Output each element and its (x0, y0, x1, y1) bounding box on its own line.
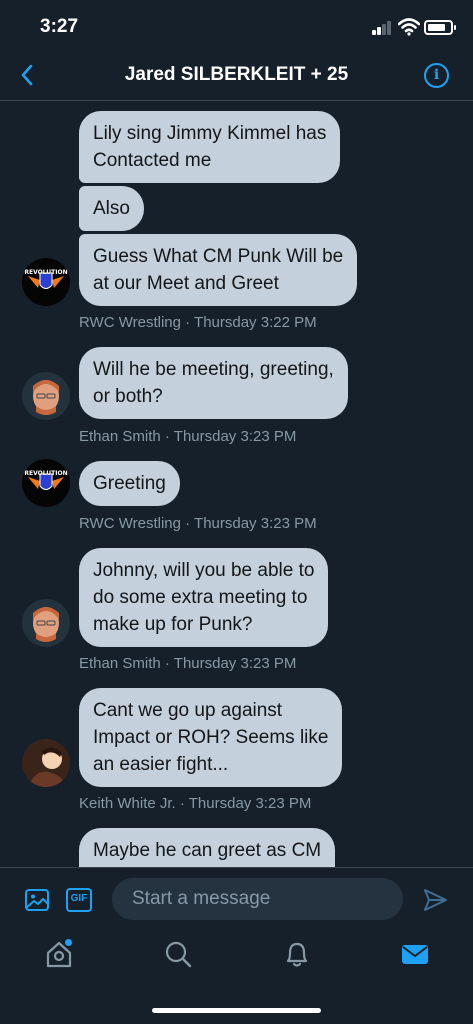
message-meta: Ethan Smith · Thursday 3:23 PM (79, 428, 296, 445)
avatar-ethan-smith[interactable] (22, 599, 70, 647)
conversation-header: Jared SILBERKLEIT + 25 i (0, 50, 473, 101)
mail-icon[interactable] (400, 939, 430, 969)
message-bubble[interactable]: Will he be meeting, greeting, or both? (79, 347, 348, 419)
sender-name: Ethan Smith (79, 655, 161, 672)
info-icon: i (433, 67, 440, 83)
message-time: · Thursday 3:23 PM (179, 795, 312, 812)
message-bubble[interactable]: Greeting (79, 461, 180, 506)
message-composer: GIF Start a message (0, 867, 473, 929)
sender-name: Keith White Jr. (79, 795, 176, 812)
message-bubble[interactable]: Cant we go up against Impact or ROH? See… (79, 688, 343, 787)
message-text: Johnny, will you be able to do some extr… (93, 560, 315, 635)
message-text: Guess What CM Punk Will be at our Meet a… (93, 246, 344, 294)
message-time: · Thursday 3:23 PM (185, 515, 317, 532)
message-meta: Ethan Smith · Thursday 3:23 PM (79, 655, 296, 672)
message-time: · Thursday 3:23 PM (164, 428, 297, 445)
status-time: 3:27 (40, 16, 79, 37)
message-bubble[interactable]: Johnny, will you be able to do some extr… (79, 548, 329, 647)
message-text: Maybe he can greet as CM (93, 840, 322, 861)
avatar-ethan-smith[interactable] (22, 372, 70, 420)
battery-icon (424, 20, 456, 35)
image-icon[interactable] (24, 888, 50, 912)
message-text: Will he be meeting, greeting, or both? (93, 359, 334, 407)
home-indicator (152, 1008, 321, 1013)
message-input[interactable]: Start a message (112, 878, 403, 920)
avatar-keith-white[interactable] (22, 739, 70, 787)
message-text: Cant we go up against Impact or ROH? See… (93, 700, 329, 775)
gif-button[interactable]: GIF (66, 888, 92, 912)
sender-name: Ethan Smith (79, 428, 161, 445)
message-list[interactable]: Lily sing Jimmy Kimmel has Contacted me … (0, 102, 473, 867)
logo-text: REVOLUTION (24, 269, 67, 276)
message-text: Greeting (93, 473, 166, 494)
message-meta: Keith White Jr. · Thursday 3:23 PM (79, 795, 311, 812)
message-text: Lily sing Jimmy Kimmel has Contacted me (93, 123, 327, 171)
message-bubble[interactable]: Guess What CM Punk Will be at our Meet a… (79, 234, 358, 306)
notification-dot (65, 939, 72, 946)
conversation-title: Jared SILBERKLEIT + 25 (124, 64, 349, 85)
search-icon[interactable] (163, 939, 193, 969)
message-bubble[interactable]: Maybe he can greet as CM (79, 828, 336, 867)
message-bubble[interactable]: Lily sing Jimmy Kimmel has Contacted me (79, 111, 341, 183)
message-meta: RWC Wrestling · Thursday 3:22 PM (79, 314, 317, 331)
revolution-logo: REVOLUTION (24, 269, 68, 289)
message-time: · Thursday 3:22 PM (185, 314, 317, 331)
message-input-placeholder: Start a message (132, 888, 271, 909)
revolution-logo: REVOLUTION (24, 470, 68, 490)
info-button[interactable]: i (424, 63, 449, 88)
sender-name: RWC Wrestling (79, 515, 181, 532)
cellular-signal-icon (372, 21, 392, 35)
send-icon[interactable] (422, 887, 448, 913)
logo-text: REVOLUTION (24, 470, 67, 477)
avatar-rwc-wrestling[interactable]: REVOLUTION (22, 459, 70, 507)
message-meta: RWC Wrestling · Thursday 3:23 PM (79, 515, 317, 532)
message-bubble[interactable]: Also (79, 186, 144, 231)
wifi-icon (398, 18, 420, 36)
message-time: · Thursday 3:23 PM (164, 655, 297, 672)
status-bar: 3:27 (0, 0, 473, 50)
avatar-rwc-wrestling[interactable]: REVOLUTION (22, 258, 70, 306)
message-text: Also (93, 198, 130, 219)
sender-name: RWC Wrestling (79, 314, 181, 331)
bell-icon[interactable] (282, 939, 312, 969)
gif-label: GIF (70, 893, 88, 904)
